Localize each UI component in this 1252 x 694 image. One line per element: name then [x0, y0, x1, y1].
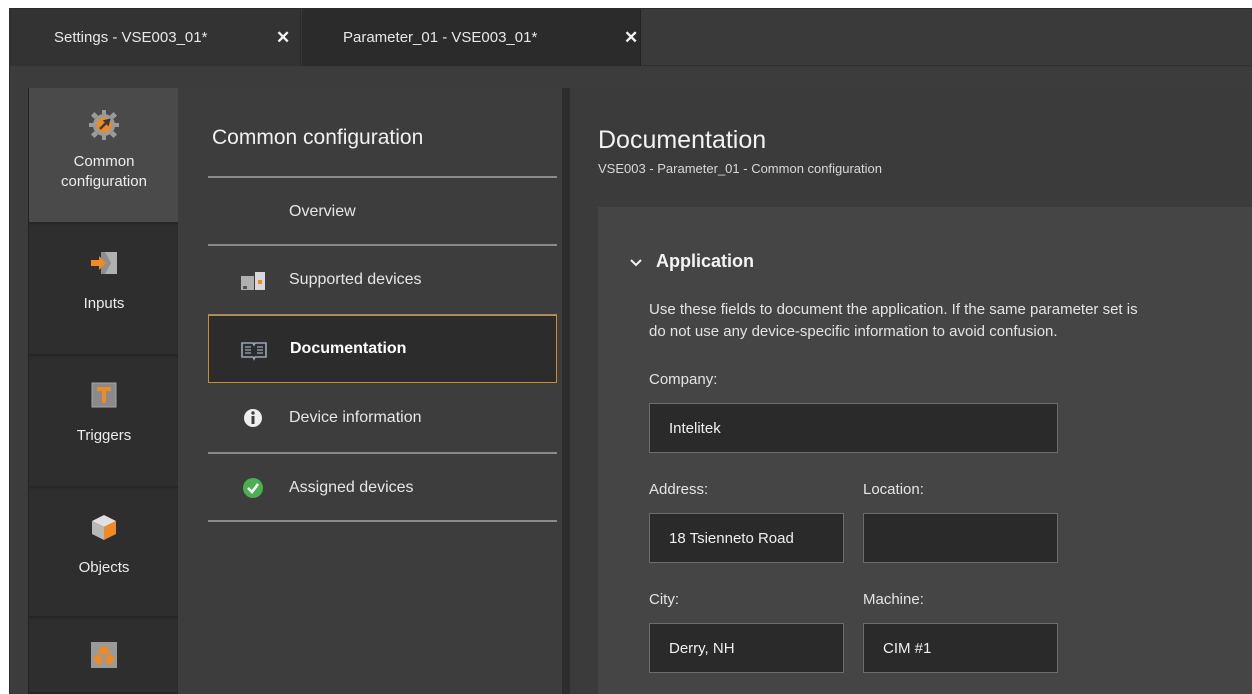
tab-settings-label: Settings - VSE003_01*	[54, 29, 208, 46]
section-title: Application	[656, 251, 754, 271]
tab-settings[interactable]: Settings - VSE003_01* ✕	[10, 9, 301, 66]
nav-item-supported-devices[interactable]: Supported devices	[208, 246, 557, 314]
nav-item-label: Assigned devices	[289, 479, 414, 496]
chevron-down-icon	[630, 258, 642, 266]
city-field[interactable]: Derry, NH	[649, 623, 844, 673]
rail-item-label: Objects	[78, 559, 130, 576]
page-subtitle: VSE003 - Parameter_01 - Common configura…	[598, 161, 882, 176]
city-label: City:	[649, 591, 679, 608]
nav-item-label: Documentation	[290, 340, 407, 357]
rail-item-label: Common configuration	[61, 152, 147, 192]
machine-field[interactable]: CIM #1	[863, 623, 1058, 673]
nav-item-label: Overview	[289, 203, 356, 220]
category-rail: Common configuration Inputs Triggers Obj…	[28, 88, 179, 694]
company-label: Company:	[649, 371, 718, 388]
address-field[interactable]: 18 Tsienneto Road	[649, 513, 844, 563]
book-icon	[241, 342, 267, 361]
devices-icon	[241, 272, 265, 290]
rail-item-network[interactable]	[29, 620, 179, 694]
location-label: Location:	[863, 481, 924, 498]
trigger-t-icon	[91, 382, 117, 408]
rail-label-line1: Common	[73, 153, 135, 170]
address-label: Address:	[649, 481, 709, 498]
page-title: Documentation	[598, 126, 767, 154]
description-line1: Use these fields to document the applica…	[649, 301, 1138, 318]
divider	[208, 520, 557, 522]
tab-parameter-label: Parameter_01 - VSE003_01*	[343, 29, 538, 46]
rail-item-triggers[interactable]: Triggers	[29, 358, 179, 488]
section-description: Use these fields to document the applica…	[649, 299, 1138, 343]
pane-splitter[interactable]	[562, 88, 570, 694]
nav-item-label: Device information	[289, 409, 422, 426]
tab-settings-close-icon[interactable]: ✕	[276, 28, 290, 48]
nav-item-overview[interactable]: Overview	[208, 178, 557, 246]
input-arrow-icon	[91, 252, 117, 274]
section-navigation: Common configuration Overview Supported …	[178, 88, 562, 694]
application-section-toggle[interactable]: Application	[628, 251, 754, 272]
info-icon	[244, 409, 262, 427]
nav-item-label: Supported devices	[289, 271, 422, 288]
nav-item-device-information[interactable]: Device information	[208, 384, 557, 452]
tab-bar: Settings - VSE003_01* ✕ Parameter_01 - V…	[10, 9, 1252, 66]
company-field[interactable]: Intelitek	[649, 403, 1058, 453]
rail-item-label: Triggers	[76, 427, 132, 444]
nav-item-documentation[interactable]: Documentation	[208, 315, 557, 383]
rail-item-inputs[interactable]: Inputs	[29, 226, 179, 356]
tab-parameter-close-icon[interactable]: ✕	[624, 28, 638, 48]
tab-parameter[interactable]: Parameter_01 - VSE003_01* ✕	[302, 9, 641, 66]
application-panel: Application Use these fields to document…	[598, 207, 1252, 694]
machine-label: Machine:	[863, 591, 924, 608]
check-circle-icon	[243, 478, 263, 498]
gear-wrench-icon	[89, 110, 119, 140]
documentation-page: Documentation VSE003 - Parameter_01 - Co…	[570, 88, 1252, 694]
description-line2: do not use any device-specific informati…	[649, 323, 1058, 340]
network-icon	[91, 642, 117, 668]
rail-item-objects[interactable]: Objects	[29, 490, 179, 618]
nav-title: Common configuration	[212, 126, 424, 149]
rail-item-label: Inputs	[83, 295, 125, 312]
cube-icon	[92, 515, 116, 540]
nav-item-assigned-devices[interactable]: Assigned devices	[208, 454, 557, 522]
rail-item-common-configuration[interactable]: Common configuration	[29, 88, 179, 224]
rail-label-line2: configuration	[61, 173, 147, 190]
location-field[interactable]	[863, 513, 1058, 563]
